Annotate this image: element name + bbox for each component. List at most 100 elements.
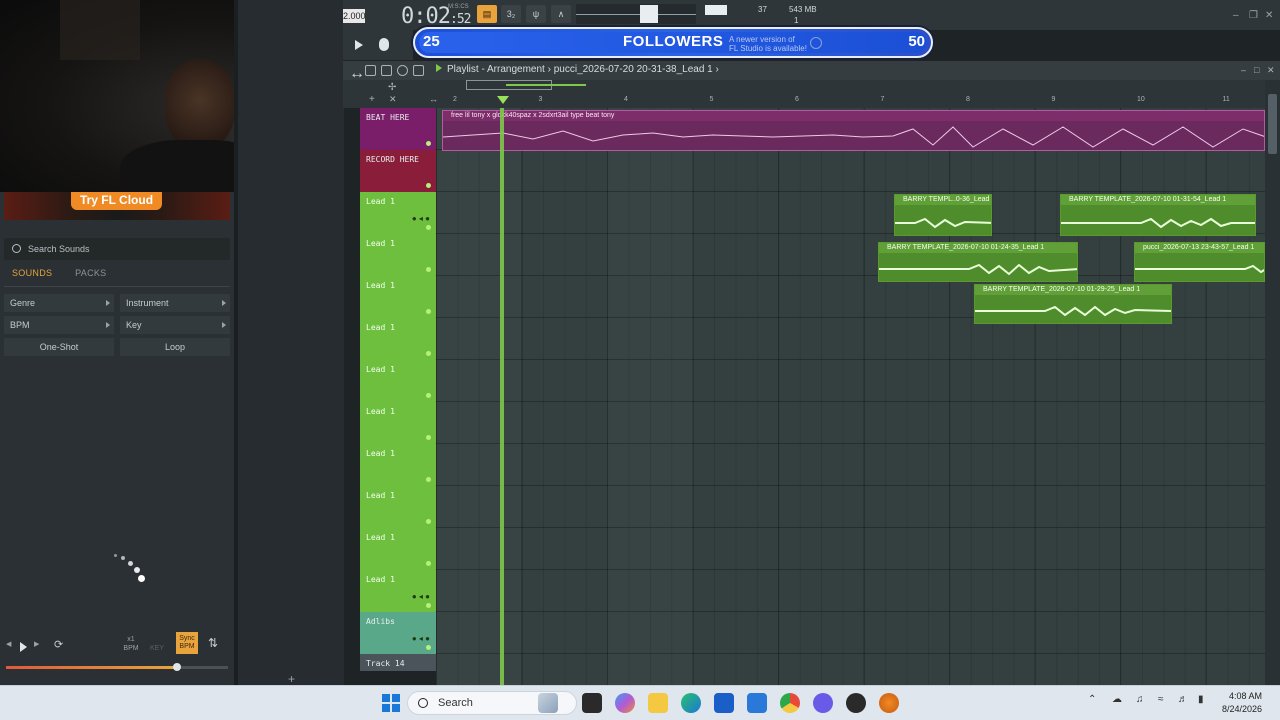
system-clock[interactable]: 4:08 AM 8/24/2026: [1222, 690, 1262, 716]
playhead[interactable]: [500, 108, 504, 685]
network-icon[interactable]: ☁: [1112, 694, 1122, 705]
genre-filter[interactable]: Genre: [4, 294, 114, 312]
one-shot-button[interactable]: One-Shot: [4, 338, 114, 356]
wait-record-button[interactable]: ψ: [526, 5, 546, 23]
volume-icon[interactable]: ♬: [1178, 694, 1188, 705]
fullscreen-icon[interactable]: [381, 65, 392, 76]
track-enable-icon[interactable]: [426, 603, 431, 608]
prev-icon[interactable]: ◀: [6, 640, 11, 648]
track-header[interactable]: Lead 1 ● ◂ ●: [360, 192, 436, 234]
tray-chevron-icon[interactable]: ⌃: [1088, 694, 1096, 705]
snap-icon[interactable]: [365, 65, 376, 76]
file-explorer-icon[interactable]: [648, 693, 668, 713]
track-header[interactable]: Lead 1 ● ◂ ●: [360, 570, 436, 612]
track-enable-icon[interactable]: [426, 393, 431, 398]
track-enable-icon[interactable]: [426, 351, 431, 356]
track-enable-icon[interactable]: [426, 645, 431, 650]
zoom-icon[interactable]: [397, 65, 408, 76]
track-header[interactable]: Adlibs ● ◂ ●: [360, 612, 436, 654]
key-toggle[interactable]: KEY: [148, 645, 166, 652]
wifi-icon[interactable]: ≈: [1158, 694, 1164, 705]
track-header[interactable]: Lead 1: [360, 318, 436, 360]
playhead-marker[interactable]: [497, 96, 509, 104]
beat-clip[interactable]: free lil tony x glokk40spaz x 2sdxrt3ail…: [442, 110, 1265, 151]
key-filter[interactable]: Key: [120, 316, 230, 334]
restore-icon[interactable]: ❐: [1249, 10, 1258, 21]
minimize-icon[interactable]: –: [1233, 10, 1239, 21]
terminal-icon[interactable]: [582, 693, 602, 713]
globe-icon[interactable]: [810, 37, 822, 49]
mic-tray-icon[interactable]: ♫: [1136, 694, 1144, 705]
tab-packs[interactable]: PACKS: [75, 268, 106, 278]
track-header[interactable]: Lead 1: [360, 528, 436, 570]
instrument-filter[interactable]: Instrument: [120, 294, 230, 312]
lead-clip-4[interactable]: pucci_2026-07-13 23-43-57_Lead 1: [1134, 242, 1265, 282]
microphone-icon[interactable]: [379, 38, 389, 51]
current-pattern[interactable]: pucci_2026-07-20 20-31-38_Lead 1: [554, 64, 713, 75]
store-icon[interactable]: [714, 693, 734, 713]
track-header[interactable]: Track 14: [360, 654, 436, 671]
track-header[interactable]: RECORD HERE: [360, 150, 436, 192]
tab-sounds[interactable]: SOUNDS: [12, 268, 52, 278]
lead-clip-3[interactable]: BARRY TEMPLATE_2026-07-10 01-24-35_Lead …: [878, 242, 1078, 282]
search-sounds-input[interactable]: Search Sounds: [4, 238, 230, 260]
preview-volume-slider[interactable]: [6, 663, 228, 671]
speaker-icon[interactable]: [413, 65, 424, 76]
song-overview[interactable]: [466, 80, 1106, 90]
maximize-icon[interactable]: □: [1254, 65, 1259, 75]
speed-mult[interactable]: x1: [122, 636, 140, 643]
track-controls-icon[interactable]: ● ◂ ●: [412, 214, 430, 223]
vertical-scrollbar[interactable]: [1265, 80, 1280, 685]
volume-knob[interactable]: [172, 663, 181, 671]
close-icon[interactable]: ✕: [1267, 65, 1275, 76]
next-icon[interactable]: ▶: [34, 640, 39, 648]
timeline-ruler[interactable]: 2 3 4 5 6 7 8 9 10 11: [436, 96, 1265, 108]
loop-button[interactable]: Loop: [120, 338, 230, 356]
obs-icon[interactable]: [846, 693, 866, 713]
lead-clip-5[interactable]: BARRY TEMPLATE_2026-07-10 01-29-25_Lead …: [974, 284, 1172, 324]
lead-clip-1[interactable]: BARRY TEMPL..0-36_Lead 1: [894, 194, 992, 236]
track-enable-icon[interactable]: [426, 435, 431, 440]
waveform-icon[interactable]: ⇅: [208, 636, 218, 650]
metronome-button[interactable]: ∧: [551, 5, 571, 23]
track-enable-icon[interactable]: [426, 225, 431, 230]
copilot-icon[interactable]: [615, 693, 635, 713]
track-enable-icon[interactable]: [426, 141, 431, 146]
loop-icon[interactable]: ⟳: [54, 638, 63, 651]
edge-icon[interactable]: [681, 693, 701, 713]
widget-icon[interactable]: [538, 693, 558, 713]
track-header[interactable]: Lead 1: [360, 402, 436, 444]
sync-bpm-button[interactable]: Sync BPM: [176, 632, 198, 654]
pattern-mode-button[interactable]: ▤: [477, 5, 497, 23]
try-fl-cloud-button[interactable]: Try FL Cloud: [71, 192, 162, 210]
bpm-filter[interactable]: BPM: [4, 316, 114, 334]
play-icon[interactable]: [20, 642, 27, 652]
track-header[interactable]: Lead 1: [360, 234, 436, 276]
track-controls-icon[interactable]: ● ◂ ●: [412, 592, 430, 601]
fl-studio-icon[interactable]: [879, 693, 899, 713]
track-enable-icon[interactable]: [426, 267, 431, 272]
outlook-icon[interactable]: [747, 693, 767, 713]
battery-icon[interactable]: ▮: [1198, 694, 1204, 705]
track-header[interactable]: Lead 1: [360, 276, 436, 318]
track-header[interactable]: Lead 1: [360, 360, 436, 402]
track-controls-icon[interactable]: ● ◂ ●: [412, 634, 430, 643]
track-enable-icon[interactable]: [426, 309, 431, 314]
pattern-selector[interactable]: 3₂: [501, 5, 521, 23]
delete-icon[interactable]: ✕: [389, 94, 397, 105]
track-enable-icon[interactable]: [426, 519, 431, 524]
track-header[interactable]: Lead 1: [360, 444, 436, 486]
track-enable-icon[interactable]: [426, 477, 431, 482]
discord-icon[interactable]: [813, 693, 833, 713]
play-icon[interactable]: [436, 64, 442, 72]
lead-clip-2[interactable]: BARRY TEMPLATE_2026-07-10 01-31-54_Lead …: [1060, 194, 1256, 236]
track-header[interactable]: Lead 1: [360, 486, 436, 528]
tempo-display[interactable]: 2.000: [343, 9, 366, 23]
tool-icons[interactable]: ✢: [388, 82, 396, 93]
add-icon[interactable]: +: [288, 672, 295, 686]
arrow-right-icon[interactable]: [355, 40, 363, 50]
track-enable-icon[interactable]: [426, 561, 431, 566]
track-header[interactable]: BEAT HERE: [360, 108, 436, 150]
close-icon[interactable]: ✕: [1265, 10, 1273, 21]
move-icon[interactable]: ↔: [349, 65, 365, 82]
